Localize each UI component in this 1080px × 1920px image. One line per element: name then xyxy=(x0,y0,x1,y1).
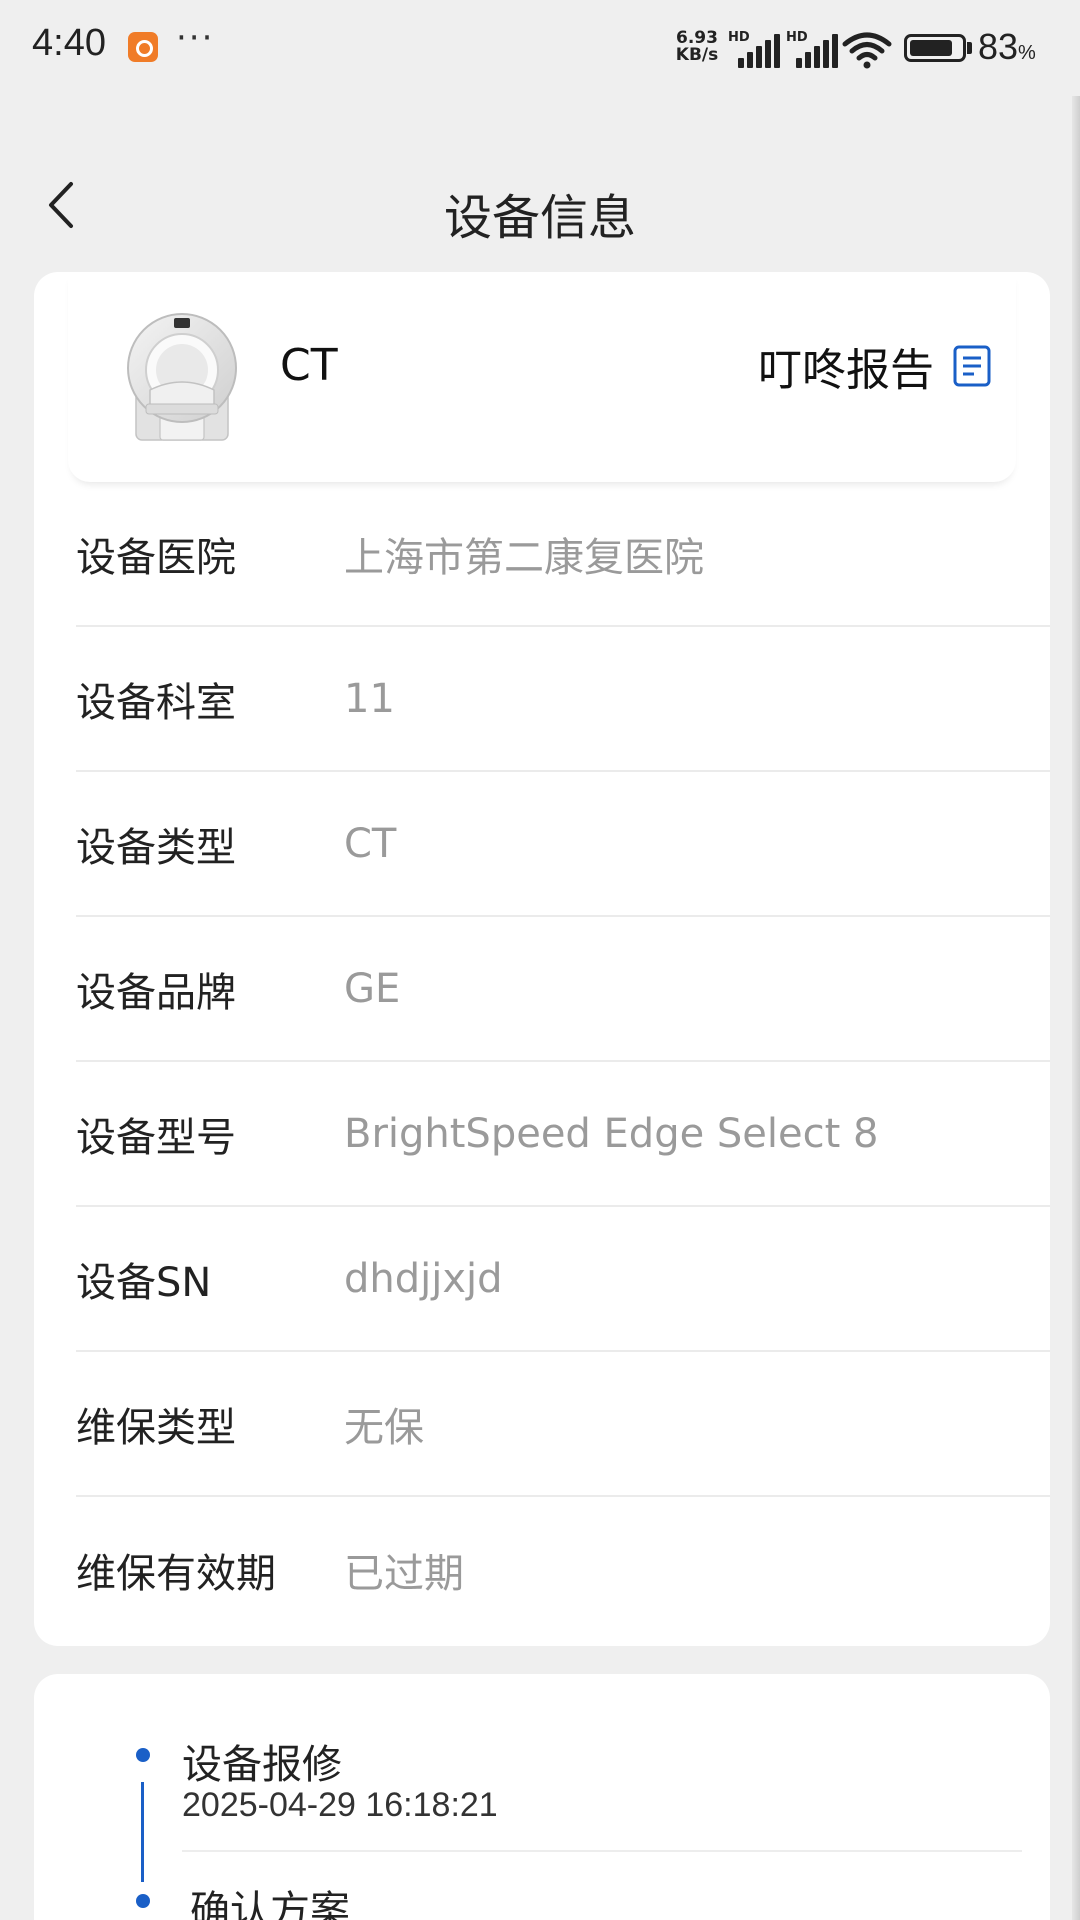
detail-list: 设备医院 上海市第二康复医院 设备科室 11 设备类型 CT 设备品牌 GE 设… xyxy=(34,482,1050,1642)
detail-row-warranty-period: 维保有效期 已过期 xyxy=(76,1497,1050,1642)
detail-value: 已过期 xyxy=(344,1550,464,1597)
wifi-icon xyxy=(842,32,892,69)
battery-percent-sign: % xyxy=(1018,42,1036,64)
repair-timeline-card: 设备报修 2025-04-29 16:18:21 确认方案 xyxy=(34,1674,1050,1920)
detail-row-department: 设备科室 11 xyxy=(76,627,1050,772)
battery-percent: 83% xyxy=(978,26,1036,68)
page-title: 设备信息 xyxy=(443,190,636,246)
report-label: 叮咚报告 xyxy=(758,345,934,396)
timeline-dot xyxy=(136,1894,150,1908)
document-icon xyxy=(953,345,991,387)
detail-row-hospital: 设备医院 上海市第二康复医院 xyxy=(76,482,1050,627)
detail-row-type: 设备类型 CT xyxy=(76,772,1050,917)
battery-percent-value: 83 xyxy=(978,26,1019,67)
signal-1-hd-label: HD xyxy=(728,30,750,45)
more-notifications-icon: ··· xyxy=(176,18,215,58)
timeline-step-time: 2025-04-29 16:18:21 xyxy=(182,1786,498,1824)
detail-label: 设备医院 xyxy=(76,534,236,581)
device-header: CT 叮咚报告 xyxy=(68,272,1016,482)
detail-value: BrightSpeed Edge Select 8 xyxy=(344,1110,879,1157)
screen: 4:40 ··· 6.93 KB/s HD HD 83% 设备信息 CT 叮咚报… xyxy=(0,0,1080,1920)
detail-label: 维保有效期 xyxy=(76,1550,276,1597)
report-link[interactable]: 叮咚报告 xyxy=(758,334,992,398)
detail-row-warranty-type: 维保类型 无保 xyxy=(76,1352,1050,1497)
device-name: CT xyxy=(280,340,338,391)
battery-level xyxy=(910,40,952,56)
detail-label: 设备品牌 xyxy=(76,969,236,1016)
battery-tip xyxy=(967,42,972,54)
signal-1-icon: HD xyxy=(728,30,780,68)
network-speed-unit: KB/s xyxy=(675,45,719,65)
timeline-divider xyxy=(182,1850,1022,1852)
detail-label: 设备类型 xyxy=(76,824,236,871)
device-info-card: CT 叮咚报告 设备医院 上海市第二康复医院 设备科室 11 设备类型 CT 设… xyxy=(34,272,1050,1646)
detail-value: dhdjjxjd xyxy=(344,1255,503,1302)
detail-label: 设备SN xyxy=(76,1259,212,1306)
detail-row-sn: 设备SN dhdjjxjd xyxy=(76,1207,1050,1352)
detail-label: 设备型号 xyxy=(76,1114,236,1161)
network-speed: 6.93 KB/s xyxy=(672,30,722,64)
battery-icon xyxy=(904,34,966,62)
detail-row-model: 设备型号 BrightSpeed Edge Select 8 xyxy=(76,1062,1050,1207)
timeline-step-title: 确认方案 xyxy=(190,1888,350,1920)
signal-2-hd-label: HD xyxy=(786,30,808,45)
status-time: 4:40 xyxy=(32,22,106,64)
status-bar: 4:40 ··· 6.93 KB/s HD HD 83% xyxy=(0,0,1080,100)
detail-value: 11 xyxy=(344,675,395,722)
notification-app-icon xyxy=(128,32,158,62)
timeline-step-title: 设备报修 xyxy=(182,1742,342,1788)
ct-scanner-image xyxy=(127,313,237,441)
scroll-edge xyxy=(1072,96,1080,1920)
detail-label: 维保类型 xyxy=(76,1404,236,1451)
detail-value: GE xyxy=(344,965,401,1012)
timeline-dot xyxy=(136,1748,150,1762)
timeline-line xyxy=(141,1782,144,1882)
detail-value: 上海市第二康复医院 xyxy=(344,534,704,581)
detail-label: 设备科室 xyxy=(76,679,236,726)
detail-value: 无保 xyxy=(344,1404,424,1451)
signal-2-icon: HD xyxy=(786,30,838,68)
detail-row-brand: 设备品牌 GE xyxy=(76,917,1050,1062)
nav-bar: 设备信息 xyxy=(0,150,1080,270)
detail-value: CT xyxy=(344,820,397,867)
